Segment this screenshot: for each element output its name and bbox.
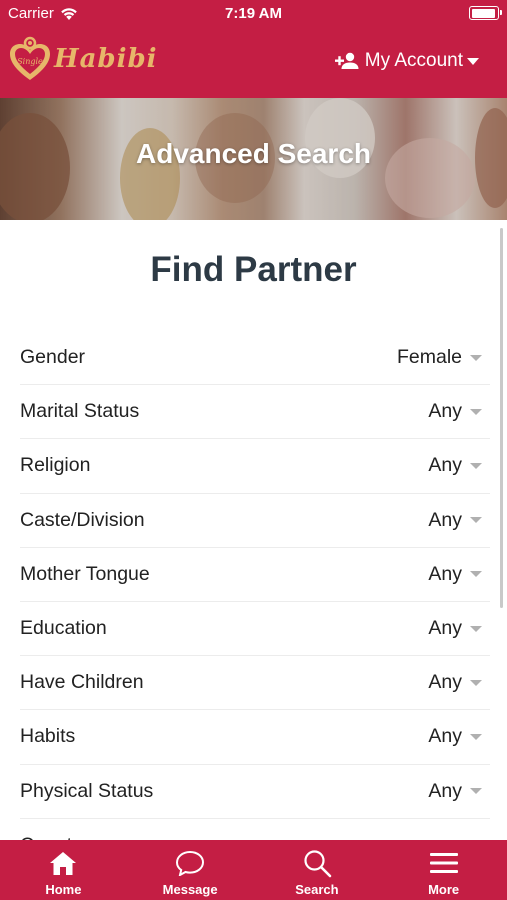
filter-select[interactable]: Any <box>428 454 490 477</box>
filter-value: Any <box>428 617 462 640</box>
tab-label: More <box>428 882 460 897</box>
tab-search[interactable]: Search <box>254 840 381 900</box>
filter-label: Mother Tongue <box>20 562 150 585</box>
filter-value: Any <box>428 454 462 477</box>
caret-down-icon <box>470 354 482 361</box>
tab-label: Message <box>162 882 218 897</box>
caret-down-icon <box>470 408 482 415</box>
filter-value: Any <box>428 400 462 423</box>
filter-list: Gender Female Marital Status Any Religio… <box>20 331 490 873</box>
filter-value: Female <box>396 346 462 369</box>
caret-down-icon <box>470 679 482 686</box>
filter-select[interactable]: Any <box>428 509 490 532</box>
app-logo[interactable]: Single Habibi <box>8 34 158 84</box>
tab-message[interactable]: Message <box>127 840 254 900</box>
filter-select[interactable]: Any <box>428 563 490 586</box>
filter-label: Have Children <box>20 671 144 694</box>
battery-fill <box>471 8 496 18</box>
filter-row-have-children[interactable]: Have Children Any <box>20 656 490 711</box>
filter-row-religion[interactable]: Religion Any <box>20 439 490 494</box>
filter-value: Any <box>428 779 462 802</box>
filter-row-gender[interactable]: Gender Female <box>20 331 490 386</box>
logo-text: Habibi <box>54 44 158 74</box>
filter-select[interactable]: Any <box>428 780 490 803</box>
filter-row-education[interactable]: Education Any <box>20 602 490 657</box>
app-header: Single Habibi My Account <box>0 28 507 98</box>
caret-down-icon <box>470 462 482 469</box>
tab-bar: Home Message Search More <box>0 840 507 900</box>
caret-down-icon <box>470 625 482 632</box>
filter-row-physical-status[interactable]: Physical Status Any <box>20 765 490 819</box>
filter-row-habits[interactable]: Habits Any <box>20 710 490 765</box>
banner-title: Advanced Search <box>136 138 371 169</box>
filter-select[interactable]: Female <box>397 346 490 369</box>
filter-value: Any <box>428 725 462 748</box>
filter-label: Gender <box>20 346 86 369</box>
tab-label: Search <box>295 882 339 897</box>
filter-label: Physical Status <box>20 779 154 802</box>
filter-value: Any <box>428 671 462 694</box>
filter-select[interactable]: Any <box>428 617 490 640</box>
status-time: 7:19 AM <box>225 5 282 22</box>
filter-value: Any <box>428 508 462 531</box>
filter-row-mother-tongue[interactable]: Mother Tongue Any <box>20 548 490 602</box>
my-account-button[interactable]: My Account <box>334 50 479 72</box>
filter-row-marital-status[interactable]: Marital Status Any <box>20 385 490 440</box>
tab-more[interactable]: More <box>380 840 507 900</box>
filter-label: Religion <box>20 454 91 477</box>
filter-select[interactable]: Any <box>428 671 490 694</box>
filter-select[interactable]: Any <box>428 400 490 423</box>
caret-down-icon <box>470 571 482 578</box>
filter-value: Any <box>428 562 462 585</box>
banner: Advanced Search <box>0 98 507 220</box>
add-person-icon <box>334 52 359 69</box>
caret-down-icon <box>470 733 482 740</box>
caret-down-icon <box>467 57 479 65</box>
search-icon <box>302 848 332 878</box>
heart-logo-icon: Single <box>10 36 50 80</box>
filter-label: Caste/Division <box>20 508 145 531</box>
message-icon <box>175 848 205 878</box>
filter-select[interactable]: Any <box>428 725 490 748</box>
battery-icon <box>469 6 502 20</box>
filter-row-caste-division[interactable]: Caste/Division Any <box>20 494 490 548</box>
filter-label: Education <box>20 617 107 640</box>
scrollbar-thumb[interactable] <box>500 228 503 608</box>
status-bar: Carrier 7:19 AM <box>0 0 507 28</box>
logo-small-text: Single <box>17 57 43 66</box>
my-account-label: My Account <box>364 50 463 71</box>
screen: Carrier 7:19 AM Single Habibi My Account… <box>0 0 507 900</box>
caret-down-icon <box>470 517 482 524</box>
home-icon <box>48 848 78 878</box>
caret-down-icon <box>470 788 482 795</box>
page-title: Find Partner <box>150 250 357 289</box>
status-right <box>469 6 502 20</box>
filter-label: Habits <box>20 725 76 748</box>
menu-icon <box>429 848 459 878</box>
filter-label: Marital Status <box>20 400 140 423</box>
tab-home[interactable]: Home <box>0 840 127 900</box>
tab-label: Home <box>45 882 82 897</box>
